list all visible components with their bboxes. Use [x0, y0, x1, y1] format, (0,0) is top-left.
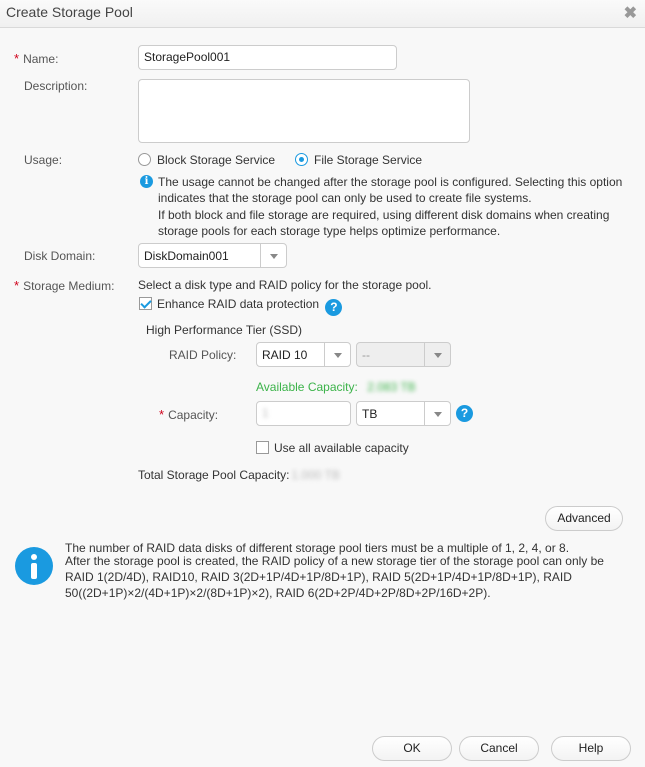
- tier-title: High Performance Tier (SSD): [146, 323, 303, 337]
- notice-line-2: After the storage pool is created, the R…: [65, 554, 604, 600]
- storage-medium-label: Storage Medium:: [23, 279, 115, 293]
- raid-policy-value: RAID 10: [262, 348, 308, 362]
- usage-radio-file[interactable]: File Storage Service: [295, 153, 422, 167]
- advanced-button[interactable]: Advanced: [545, 506, 623, 531]
- enhance-raid-label: Enhance RAID data protection: [157, 297, 320, 311]
- use-all-capacity-group[interactable]: Use all available capacity: [256, 441, 409, 455]
- close-icon[interactable]: ✖: [624, 3, 637, 23]
- usage-radio-block[interactable]: Block Storage Service: [138, 153, 275, 167]
- chevron-down-icon[interactable]: [424, 402, 450, 425]
- total-capacity-value: 1.000 TB: [291, 468, 340, 482]
- name-label: Name:: [23, 52, 59, 66]
- raid-sub-select: --: [356, 342, 451, 367]
- required-asterisk: *: [14, 51, 20, 66]
- enhance-raid-checkbox[interactable]: [139, 297, 152, 310]
- raid-policy-select[interactable]: RAID 10: [256, 342, 351, 367]
- capacity-label-group: * Capacity:: [159, 407, 218, 422]
- total-capacity-label: Total Storage Pool Capacity:: [138, 468, 290, 482]
- usage-info-text-2: If both block and file storage are requi…: [158, 208, 610, 238]
- capacity-unit-select[interactable]: TB: [356, 401, 451, 426]
- use-all-capacity-checkbox[interactable]: [256, 441, 269, 454]
- help-icon[interactable]: ?: [325, 299, 343, 316]
- disk-domain-value: DiskDomain001: [144, 249, 229, 263]
- info-icon: i: [140, 175, 153, 188]
- required-asterisk: *: [159, 407, 165, 422]
- description-label: Description:: [24, 79, 88, 93]
- capacity-label: Capacity:: [168, 408, 219, 422]
- capacity-input[interactable]: 1: [256, 401, 351, 426]
- storage-medium-label-group: * Storage Medium:: [14, 278, 114, 293]
- required-asterisk: *: [14, 278, 20, 293]
- raid-policy-label: RAID Policy:: [169, 348, 237, 362]
- capacity-value: 1: [262, 406, 269, 420]
- available-capacity-label: Available Capacity:: [256, 380, 358, 394]
- enhance-raid-checkbox-group[interactable]: Enhance RAID data protection ?: [139, 297, 343, 316]
- help-button[interactable]: Help: [551, 736, 631, 761]
- chevron-down-icon: [424, 343, 450, 366]
- info-icon-large: [15, 547, 53, 585]
- disk-domain-label: Disk Domain:: [24, 249, 96, 263]
- chevron-down-icon[interactable]: [260, 244, 286, 267]
- usage-file-label: File Storage Service: [314, 153, 423, 167]
- chevron-down-icon[interactable]: [324, 343, 350, 366]
- ok-button[interactable]: OK: [372, 736, 452, 761]
- usage-label: Usage:: [24, 153, 63, 167]
- capacity-unit-value: TB: [362, 407, 378, 421]
- radio-unchecked[interactable]: [138, 153, 151, 166]
- radio-checked[interactable]: [295, 153, 308, 166]
- description-textarea[interactable]: [138, 79, 470, 143]
- available-capacity-value: 2.083 TB: [367, 380, 416, 394]
- available-capacity: Available Capacity: 2.083 TB: [256, 380, 416, 394]
- total-capacity: Total Storage Pool Capacity: 1.000 TB: [138, 468, 340, 482]
- cancel-button[interactable]: Cancel: [459, 736, 539, 761]
- raid-sub-value: --: [362, 348, 370, 362]
- capacity-help-icon[interactable]: ?: [456, 405, 473, 422]
- name-input[interactable]: StoragePool001: [138, 45, 397, 70]
- use-all-capacity-label: Use all available capacity: [274, 441, 409, 455]
- usage-info-text-1: The usage cannot be changed after the st…: [158, 175, 623, 205]
- disk-domain-select[interactable]: DiskDomain001: [138, 243, 287, 268]
- dialog-titlebar: Create Storage Pool ✖: [0, 0, 645, 28]
- name-label-group: * Name:: [14, 51, 58, 66]
- storage-medium-hint: Select a disk type and RAID policy for t…: [138, 278, 432, 292]
- dialog-title: Create Storage Pool: [6, 4, 133, 20]
- usage-block-label: Block Storage Service: [157, 153, 276, 167]
